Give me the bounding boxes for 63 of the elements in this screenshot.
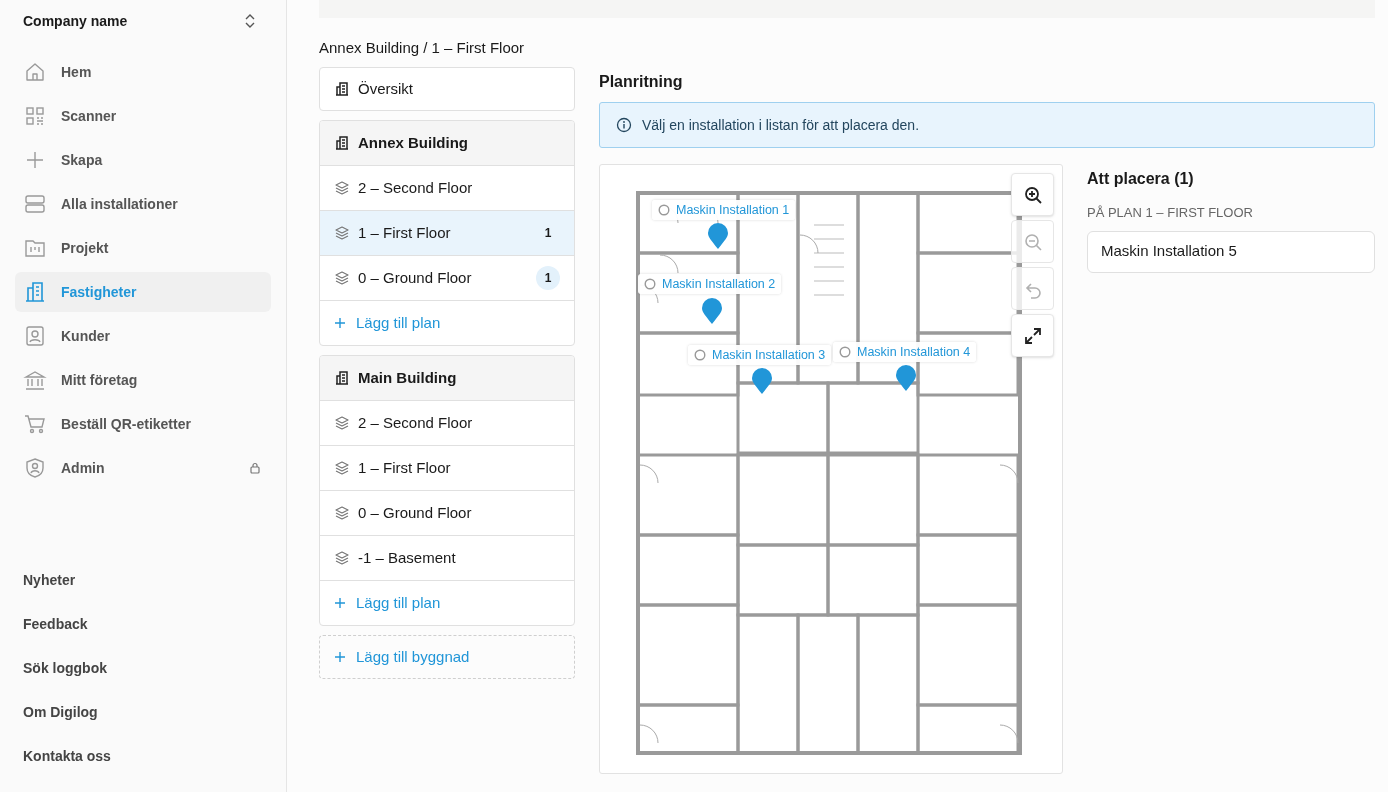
bank-icon	[23, 368, 47, 392]
breadcrumb: Annex Building / 1 – First Floor	[319, 38, 526, 58]
shield-icon	[23, 456, 47, 480]
cart-icon	[23, 412, 47, 436]
section-subtitle: PÅ PLAN 1 – FIRST FLOOR	[1087, 204, 1254, 222]
map-control-button[interactable]	[1011, 314, 1054, 357]
footer-link[interactable]: Kontakta oss	[15, 734, 271, 778]
footer-link[interactable]: Om Digilog	[15, 690, 271, 734]
building-name: Annex Building	[358, 132, 468, 153]
section-title: Att placera (1)	[1087, 169, 1195, 189]
footer-link[interactable]: Nyheter	[15, 558, 271, 602]
circle-icon	[644, 278, 656, 290]
nav-item[interactable]: Skapa	[15, 140, 271, 180]
nav-item[interactable]: Beställ QR-etiketter	[15, 404, 271, 444]
circle-icon	[839, 346, 851, 358]
layers-icon	[334, 505, 350, 521]
info-icon	[616, 117, 632, 133]
section-title: Planritning	[599, 72, 684, 90]
chevron-up-down-icon[interactable]	[245, 14, 255, 28]
info-text: Välj en installation i listan för att placera den.	[642, 115, 920, 135]
zoom-out-icon	[1022, 231, 1043, 252]
company-name: Company name	[23, 11, 128, 31]
building-name: Main Building	[358, 367, 457, 388]
plus-icon	[334, 651, 346, 663]
layers-icon	[334, 180, 350, 196]
item-count: 1	[536, 266, 560, 290]
nav-item[interactable]: Mitt företag	[15, 360, 271, 400]
map-pin-icon	[707, 222, 729, 250]
map-pin-icon	[895, 364, 917, 392]
nav-item[interactable]: Projekt	[15, 228, 271, 268]
nav-item[interactable]: Hem	[15, 52, 271, 92]
circle-icon	[694, 349, 706, 361]
home-icon	[23, 60, 47, 84]
layers-icon	[334, 270, 350, 286]
plus-icon	[334, 597, 346, 609]
layers-icon	[334, 550, 350, 566]
building-icon	[334, 135, 350, 151]
circle-icon	[658, 204, 670, 216]
building-icon	[23, 280, 47, 304]
item-count: 1	[543, 225, 553, 242]
footer-link[interactable]: Sök loggbok	[15, 646, 271, 690]
plus-icon	[334, 317, 346, 329]
nav-item[interactable]: Admin	[15, 448, 271, 488]
qr-code-icon	[23, 104, 47, 128]
zoom-in-icon	[1022, 184, 1043, 205]
building-icon	[334, 81, 350, 97]
installation-item[interactable]: Maskin Installation 5	[1087, 230, 1375, 273]
expand-icon	[1022, 325, 1043, 346]
footer-link[interactable]: Feedback	[15, 602, 271, 646]
layers-icon	[334, 225, 350, 241]
map-control-button[interactable]	[1011, 173, 1054, 216]
floor-item[interactable]: 1 – First Floor 1	[320, 211, 574, 256]
contact-card-icon	[23, 324, 47, 348]
layers-icon	[334, 460, 350, 476]
map-pin-icon	[701, 297, 723, 325]
server-icon	[23, 192, 47, 216]
layers-icon	[334, 415, 350, 431]
map-pin-icon	[751, 367, 773, 395]
nav-item[interactable]: Alla installationer	[15, 184, 271, 224]
building-icon	[334, 370, 350, 386]
nav-item[interactable]: Scanner	[15, 96, 271, 136]
overview-item[interactable]: Översikt	[319, 67, 575, 111]
nav-item[interactable]: Kunder	[15, 316, 271, 356]
